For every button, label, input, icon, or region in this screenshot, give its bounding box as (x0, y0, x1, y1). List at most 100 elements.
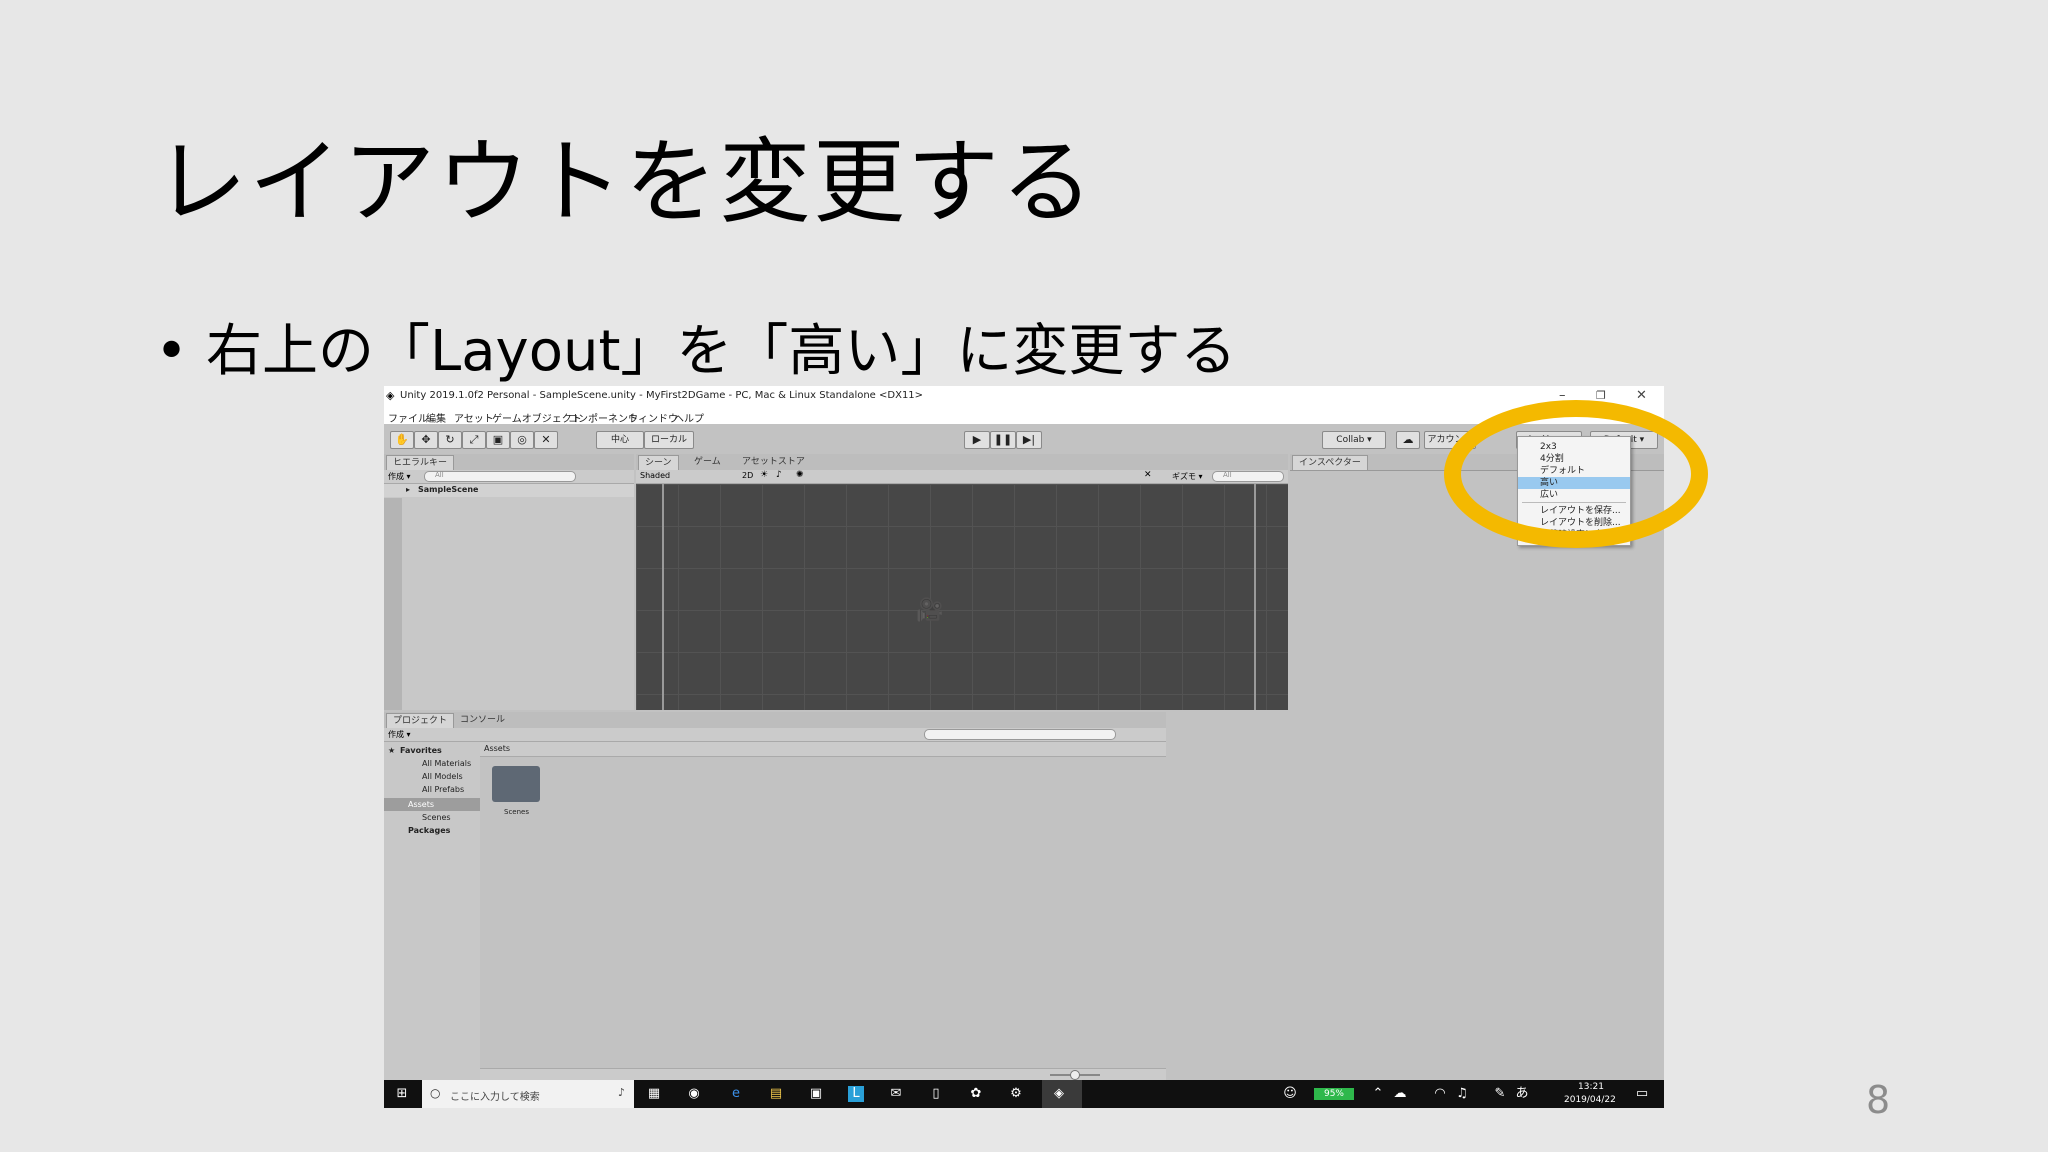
2d-toggle[interactable]: 2D (742, 471, 753, 480)
taskbar-active-app[interactable]: ◈ (1042, 1080, 1082, 1108)
tab-project[interactable]: プロジェクト (386, 713, 455, 728)
ime-icon[interactable]: あ (1514, 1086, 1530, 1102)
collab-dropdown[interactable]: Collab ▾ (1322, 431, 1386, 449)
store-icon[interactable]: ▣ (808, 1086, 824, 1102)
gizmos-dropdown[interactable]: ギズモ ▾ (1172, 471, 1203, 482)
microphone-icon[interactable]: ♪ (618, 1086, 625, 1099)
edge-icon[interactable]: e (728, 1086, 744, 1102)
window-title-bar: ◈ Unity 2019.1.0f2 Personal - SampleScen… (384, 386, 1664, 408)
move-tool-icon[interactable]: ✥ (414, 431, 438, 449)
scene-viewport[interactable]: 🎥 (636, 484, 1288, 710)
unity-logo-icon: ◈ (386, 389, 395, 402)
lighting-icon[interactable]: ☀ (760, 470, 768, 480)
hierarchy-search-input[interactable]: All (424, 471, 576, 482)
project-create-button[interactable]: 作成 ▾ (388, 729, 411, 740)
scene-search-input[interactable]: All (1212, 471, 1284, 482)
mail-icon[interactable]: ✉ (888, 1086, 904, 1102)
cloud-icon[interactable]: ☁ (1396, 431, 1420, 449)
zoom-slider-thumb[interactable] (1070, 1070, 1080, 1080)
empty-inspector-area (1168, 712, 1664, 1080)
step-icon[interactable]: ▶| (1016, 431, 1042, 449)
project-search-input[interactable] (924, 729, 1116, 740)
play-icon[interactable]: ▶ (964, 431, 990, 449)
hierarchy-create-button[interactable]: 作成 ▾ (388, 471, 411, 482)
volume-icon[interactable]: ♫ (1454, 1086, 1470, 1102)
tree-favorites[interactable]: Favorites (400, 746, 442, 755)
tools-icon[interactable]: ✕ (1144, 470, 1152, 480)
notes-icon[interactable]: ▯ (928, 1086, 944, 1102)
windows-taskbar: ⊞ ○ ここに入力して検索 ♪ ▦ ◉ e ▤ ▣ L ✉ ▯ ✿ ⚙ ◈ ☺ … (384, 1080, 1664, 1108)
menu-assets[interactable]: アセット (454, 410, 494, 425)
rotate-tool-icon[interactable]: ↻ (438, 431, 462, 449)
settings-icon[interactable]: ⚙ (1008, 1086, 1024, 1102)
audio-icon[interactable]: ♪ (776, 470, 782, 480)
tree-favorite-item[interactable]: All Models (422, 772, 463, 781)
menu-bar: ファイル 編集 アセット ゲームオブジェクト コンポーネント ウィンドウ ヘルプ (384, 408, 1664, 425)
tab-console[interactable]: コンソール (454, 713, 511, 727)
windows-start-icon[interactable]: ⊞ (394, 1086, 410, 1102)
bullet-dot: • (155, 319, 189, 384)
camera-bounds-left (662, 484, 664, 710)
tab-hierarchy[interactable]: ヒエラルキー (386, 455, 455, 470)
transform-tool-icon[interactable]: ◎ (510, 431, 534, 449)
file-explorer-icon[interactable]: ▤ (768, 1086, 784, 1102)
app-icon[interactable]: ✿ (968, 1086, 984, 1102)
shading-mode-dropdown[interactable]: Shaded (640, 471, 670, 480)
hierarchy-scene-row[interactable]: ▸ SampleScene (384, 484, 634, 497)
chevron-up-icon[interactable]: ⌃ (1370, 1086, 1386, 1102)
menu-file[interactable]: ファイル (388, 410, 428, 425)
taskbar-search-input[interactable]: ○ ここに入力して検索 ♪ (422, 1080, 634, 1108)
cortana-icon: ○ (430, 1086, 441, 1100)
hand-tool-icon[interactable]: ✋ (390, 431, 414, 449)
battery-indicator[interactable]: 95% (1314, 1088, 1354, 1100)
camera-icon[interactable]: 🎥 (916, 598, 943, 623)
tree-favorite-item[interactable]: All Materials (422, 759, 471, 768)
task-view-icon[interactable]: ▦ (646, 1086, 662, 1102)
hierarchy-panel: ヒエラルキー 作成 ▾ All ▸ SampleScene (384, 454, 634, 710)
favorites-star-icon: ★ (388, 746, 396, 755)
project-tabbar: プロジェクト コンソール (384, 712, 1166, 729)
scale-tool-icon[interactable]: ⤢ (462, 431, 486, 449)
tree-assets[interactable]: Assets (408, 800, 434, 809)
folder-label[interactable]: Scenes (504, 808, 529, 816)
effects-icon[interactable]: ✺ (796, 470, 804, 480)
folder-icon[interactable] (492, 766, 540, 802)
tab-inspector[interactable]: インスペクター (1292, 455, 1368, 470)
menu-window[interactable]: ウィンドウ (628, 410, 678, 425)
hierarchy-scene-name[interactable]: SampleScene (418, 485, 478, 494)
custom-tool-icon[interactable]: ✕ (534, 431, 558, 449)
pen-icon[interactable]: ✎ (1492, 1086, 1508, 1102)
close-icon[interactable]: ✕ (1636, 388, 1647, 403)
taskbar-time[interactable]: 13:21 (1578, 1082, 1604, 1092)
taskbar-search-placeholder: ここに入力して検索 (450, 1092, 540, 1103)
tab-scene[interactable]: シーン (638, 455, 679, 470)
tree-assets-row[interactable]: Assets (384, 798, 480, 811)
tab-asset-store[interactable]: アセットストア (736, 455, 811, 469)
tree-scenes[interactable]: Scenes (422, 813, 451, 822)
breadcrumb: Assets (480, 742, 1166, 757)
menu-help[interactable]: ヘルプ (674, 410, 704, 425)
pivot-toggle[interactable]: 中心 (596, 431, 644, 449)
taskbar-date[interactable]: 2019/04/22 (1564, 1095, 1616, 1105)
triangle-right-icon[interactable]: ▸ (406, 485, 410, 494)
notification-icon[interactable]: ▭ (1634, 1086, 1650, 1102)
onedrive-icon[interactable]: ☁ (1392, 1086, 1408, 1102)
menu-edit[interactable]: 編集 (426, 410, 446, 425)
unity-taskbar-icon: ◈ (1054, 1086, 1064, 1101)
highlight-circle (1444, 400, 1708, 548)
scene-toolbar: Shaded 2D ☀ ♪ ✺ ✕ ギズモ ▾ All (636, 470, 1288, 484)
bullet-text: 右上の「Layout」を「高い」に変更する (206, 319, 1237, 384)
space-toggle[interactable]: ローカル (644, 431, 694, 449)
hierarchy-tabbar: ヒエラルキー (384, 454, 634, 471)
breadcrumb-assets[interactable]: Assets (484, 744, 510, 753)
tab-game[interactable]: ゲーム (688, 455, 727, 469)
app-l-icon[interactable]: L (848, 1086, 864, 1102)
slide-bullet: • 右上の「Layout」を「高い」に変更する (155, 306, 1236, 387)
tree-favorite-item[interactable]: All Prefabs (422, 785, 464, 794)
rect-tool-icon[interactable]: ▣ (486, 431, 510, 449)
chrome-icon[interactable]: ◉ (686, 1086, 702, 1102)
pause-icon[interactable]: ❚❚ (990, 431, 1016, 449)
people-icon[interactable]: ☺ (1282, 1086, 1298, 1102)
wifi-icon[interactable]: ◠ (1432, 1086, 1448, 1102)
tree-packages[interactable]: Packages (408, 826, 450, 835)
